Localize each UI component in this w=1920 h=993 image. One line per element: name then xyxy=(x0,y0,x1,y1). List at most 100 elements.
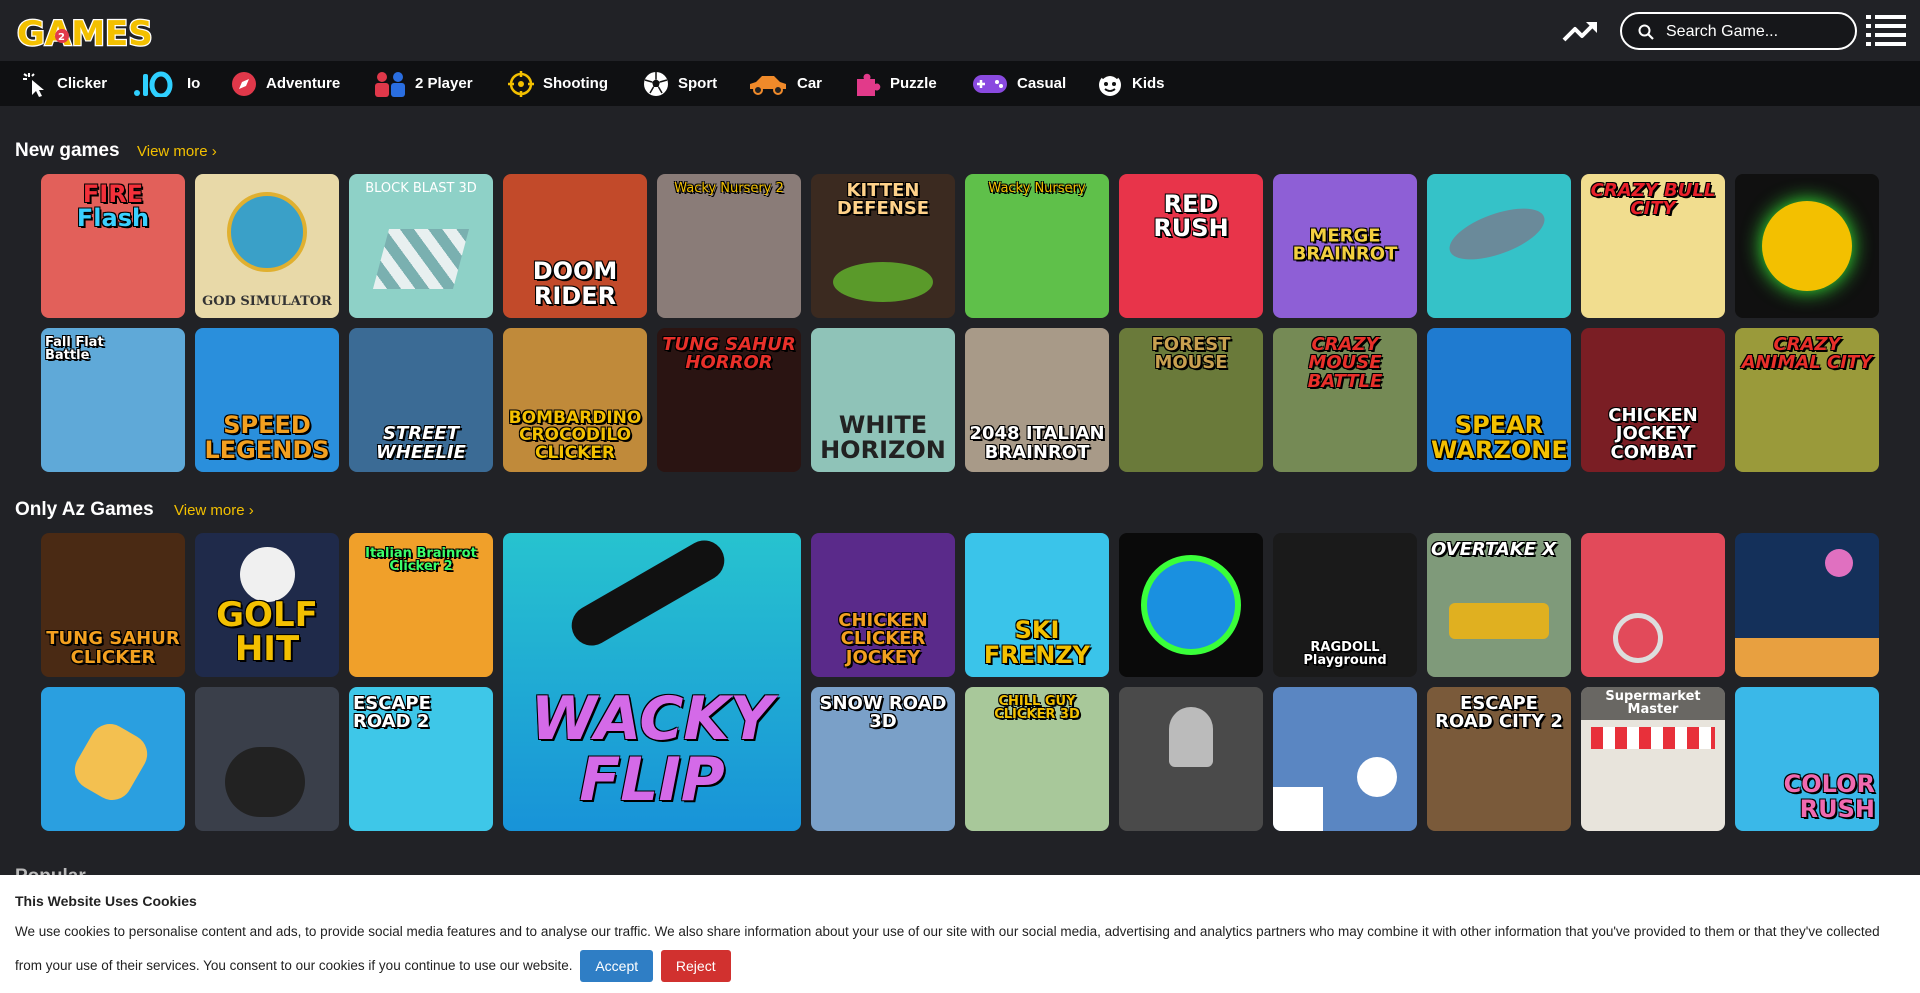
game-tile-neon-coin[interactable] xyxy=(1735,174,1879,318)
game-tile-escape-road-2[interactable]: ESCAPE ROAD 2 xyxy=(349,687,493,831)
game-tile-draw-line[interactable] xyxy=(1273,687,1417,831)
game-tile-escape-road-city-2[interactable]: ESCAPE ROAD CITY 2 xyxy=(1427,687,1571,831)
category-io[interactable]: Io xyxy=(134,61,200,106)
game-title: Wacky Nursery 2 xyxy=(674,181,784,196)
game-tile-bombardino-crocodilo-clicker[interactable]: BOMBARDINO CROCODILO CLICKER xyxy=(503,328,647,472)
category-label: Clicker xyxy=(57,75,108,92)
game-tile-white-horizon[interactable]: WHITE HORIZON xyxy=(811,328,955,472)
game-tile-moto-road[interactable] xyxy=(195,687,339,831)
gamepad-icon xyxy=(973,74,1007,93)
game-tile-color-rush[interactable]: COLOR RUSH xyxy=(1735,687,1879,831)
view-more-new-games-link[interactable]: View more › xyxy=(137,143,217,160)
game-tile-shark[interactable] xyxy=(1427,174,1571,318)
game-tile-supermarket-master[interactable]: Supermarket Master xyxy=(1581,687,1725,831)
category-adventure[interactable]: Adventure xyxy=(231,61,340,106)
game-tile-crazy-mouse-battle[interactable]: CRAZY MOUSE BATTLE xyxy=(1273,328,1417,472)
game-tile-ski-frenzy[interactable]: SKI FRENZY xyxy=(965,533,1109,677)
game-title: BOMBARDINO CROCODILO CLICKER xyxy=(508,408,642,463)
game-tile-italian-brainrot-clicker-2[interactable]: Italian Brainrot Clicker 2 xyxy=(349,533,493,677)
game-tile-wheelchair[interactable] xyxy=(1581,533,1725,677)
game-tile-crazy-animal-city[interactable]: CRAZY ANIMAL CITY xyxy=(1735,328,1879,472)
category-shooting[interactable]: Shooting xyxy=(508,61,608,106)
game-title: WHITE HORIZON xyxy=(820,411,946,464)
game-tile-block-blast-3d[interactable]: BLOCK BLAST 3D xyxy=(349,174,493,318)
search-box[interactable] xyxy=(1620,12,1857,50)
game-tile-fire-flash[interactable]: FIRE Flash xyxy=(41,174,185,318)
category-casual[interactable]: Casual xyxy=(972,61,1066,106)
game-title: CRAZY ANIMAL CITY xyxy=(1741,334,1873,374)
cookie-title: This Website Uses Cookies xyxy=(15,893,197,909)
game-title: KITTEN DEFENSE xyxy=(836,180,930,220)
game-title: GOLF HIT xyxy=(216,594,318,670)
game-tile-chicken-jockey-combat[interactable]: CHICKEN JOCKEY COMBAT xyxy=(1581,328,1725,472)
game-title: SNOW ROAD 3D xyxy=(819,693,947,733)
search-icon[interactable] xyxy=(1638,24,1654,40)
game-tile-wacky-nursery[interactable]: Wacky Nursery xyxy=(965,174,1109,318)
view-more-only-az-link[interactable]: View more › xyxy=(174,502,254,519)
game-tile-ragdoll-playground[interactable]: RAGDOLL Playground xyxy=(1273,533,1417,677)
game-tile-space-planet[interactable] xyxy=(1735,533,1879,677)
game-tile-2048-italian-brainrot[interactable]: 2048 ITALIAN BRAINROT xyxy=(965,328,1109,472)
cookie-banner: This Website Uses Cookies We use cookies… xyxy=(0,875,1920,993)
game-title: TUNG SAHUR CLICKER xyxy=(46,628,180,668)
game-title: Wacky Nursery xyxy=(988,181,1086,196)
category-label: Sport xyxy=(678,75,718,92)
game-tile-forest-mouse[interactable]: FOREST MOUSE xyxy=(1119,328,1263,472)
game-tile-chicken-clicker-jockey[interactable]: CHICKEN CLICKER JOCKEY xyxy=(811,533,955,677)
game-title: BLOCK BLAST 3D xyxy=(365,181,477,196)
game-tile-wacky-flip[interactable]: WACKY FLIP xyxy=(503,533,801,831)
site-logo[interactable]: GAMES 2 xyxy=(15,10,161,52)
category-label: Kids xyxy=(1132,75,1165,92)
category-label: Car xyxy=(797,75,823,92)
game-tile-speed-legends[interactable]: SPEED LEGENDS xyxy=(195,328,339,472)
game-title: CHICKEN CLICKER JOCKEY xyxy=(838,609,928,668)
game-tile-merge-brainrot[interactable]: MERGE BRAINROT xyxy=(1273,174,1417,318)
category-kids[interactable]: Kids xyxy=(1097,61,1165,106)
game-title: COLOR RUSH xyxy=(1783,770,1875,823)
game-title: WACKY FLIP xyxy=(530,683,774,815)
category-2-player[interactable]: 2 Player xyxy=(374,61,473,106)
cursor-click-icon xyxy=(23,72,44,97)
game-title: CRAZY BULL CITY xyxy=(1590,180,1716,220)
io-icon xyxy=(134,71,173,97)
game-tile-tung-sahur-clicker[interactable]: TUNG SAHUR CLICKER xyxy=(41,533,185,677)
category-car[interactable]: Car xyxy=(748,61,822,106)
game-tile-wacky-nursery-2[interactable]: Wacky Nursery 2 xyxy=(657,174,801,318)
golf-ball-graphic xyxy=(240,547,295,602)
game-tile-golf-hit[interactable]: GOLF HIT xyxy=(195,533,339,677)
game-title: 2048 ITALIAN BRAINROT xyxy=(969,423,1105,463)
accept-button[interactable]: Accept xyxy=(580,950,654,983)
game-tile-knight[interactable] xyxy=(1119,687,1263,831)
game-tile-spear-warzone[interactable]: SPEAR WARZONE xyxy=(1427,328,1571,472)
game-title: DOOM RIDER xyxy=(532,257,618,310)
category-puzzle[interactable]: Puzzle xyxy=(855,61,937,106)
game-tile-tunnel[interactable] xyxy=(1119,533,1263,677)
game-tile-crazy-bull-city[interactable]: CRAZY BULL CITY xyxy=(1581,174,1725,318)
game-tile-tung-sahur-horror[interactable]: TUNG SAHUR HORROR xyxy=(657,328,801,472)
game-tile-kitten-defense[interactable]: KITTEN DEFENSE xyxy=(811,174,955,318)
game-title: GOD SIMULATOR xyxy=(202,293,332,309)
category-clicker[interactable]: Clicker xyxy=(22,61,107,106)
category-sport[interactable]: Sport xyxy=(643,61,717,106)
reject-button[interactable]: Reject xyxy=(660,950,731,983)
globe-icon xyxy=(227,192,307,272)
game-tile-snow-road-3d[interactable]: SNOW ROAD 3D xyxy=(811,687,955,831)
car-graphic xyxy=(1449,603,1549,639)
section-title-new-games: New games xyxy=(15,140,120,161)
game-tile-doom-rider[interactable]: DOOM RIDER xyxy=(503,174,647,318)
game-title: STREET WHEELIE xyxy=(376,423,466,463)
game-tile-jet-ski[interactable] xyxy=(41,687,185,831)
coin-graphic xyxy=(1762,201,1852,291)
game-title: ESCAPE ROAD 2 xyxy=(353,693,431,733)
game-tile-fall-flat-battle[interactable]: Fall Flat Battle xyxy=(41,328,185,472)
car-icon xyxy=(750,75,786,95)
game-tile-red-rush[interactable]: RED RUSH xyxy=(1119,174,1263,318)
game-tile-street-wheelie[interactable]: STREET WHEELIE xyxy=(349,328,493,472)
boat-graphic xyxy=(67,716,155,808)
search-input[interactable] xyxy=(1666,21,1846,43)
trending-up-icon[interactable] xyxy=(1562,18,1600,44)
menu-list-icon[interactable] xyxy=(1866,13,1906,48)
game-tile-chill-guy-clicker-3d[interactable]: CHILL GUY CLICKER 3D xyxy=(965,687,1109,831)
game-tile-god-simulator[interactable]: GOD SIMULATOR xyxy=(195,174,339,318)
game-tile-overtake-x[interactable]: OVERTAKE X xyxy=(1427,533,1571,677)
